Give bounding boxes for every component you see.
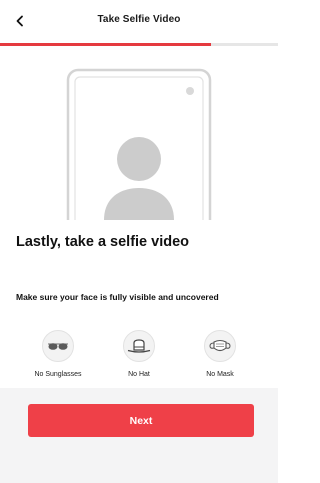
requirement-label: No Mask <box>206 371 234 378</box>
requirements-list: No Sunglasses No Hat No Mask <box>0 330 278 385</box>
hat-icon <box>127 339 151 353</box>
progress-bar <box>0 43 278 46</box>
requirement-label: No Hat <box>128 371 150 378</box>
requirement-label: No Sunglasses <box>34 371 82 378</box>
instruction-text: Make sure your face is fully visible and… <box>16 292 219 302</box>
sunglasses-icon <box>48 343 68 350</box>
selfie-video-screen: Take Selfie Video Lastly, take a selfie … <box>0 0 278 483</box>
header: Take Selfie Video <box>0 0 278 42</box>
progress-fill <box>0 43 212 46</box>
footer: Next <box>0 388 278 483</box>
back-button[interactable] <box>6 8 34 34</box>
mask-icon <box>209 339 231 352</box>
next-button[interactable]: Next <box>28 404 254 437</box>
requirement-no-hat: No Hat <box>99 330 179 378</box>
requirement-no-mask: No Mask <box>180 330 260 378</box>
requirement-no-sunglasses: No Sunglasses <box>18 330 98 378</box>
headline: Lastly, take a selfie video <box>16 234 190 250</box>
page-title: Take Selfie Video <box>97 14 181 25</box>
phone-selfie-illustration <box>66 68 212 220</box>
chevron-left-icon <box>16 15 23 27</box>
